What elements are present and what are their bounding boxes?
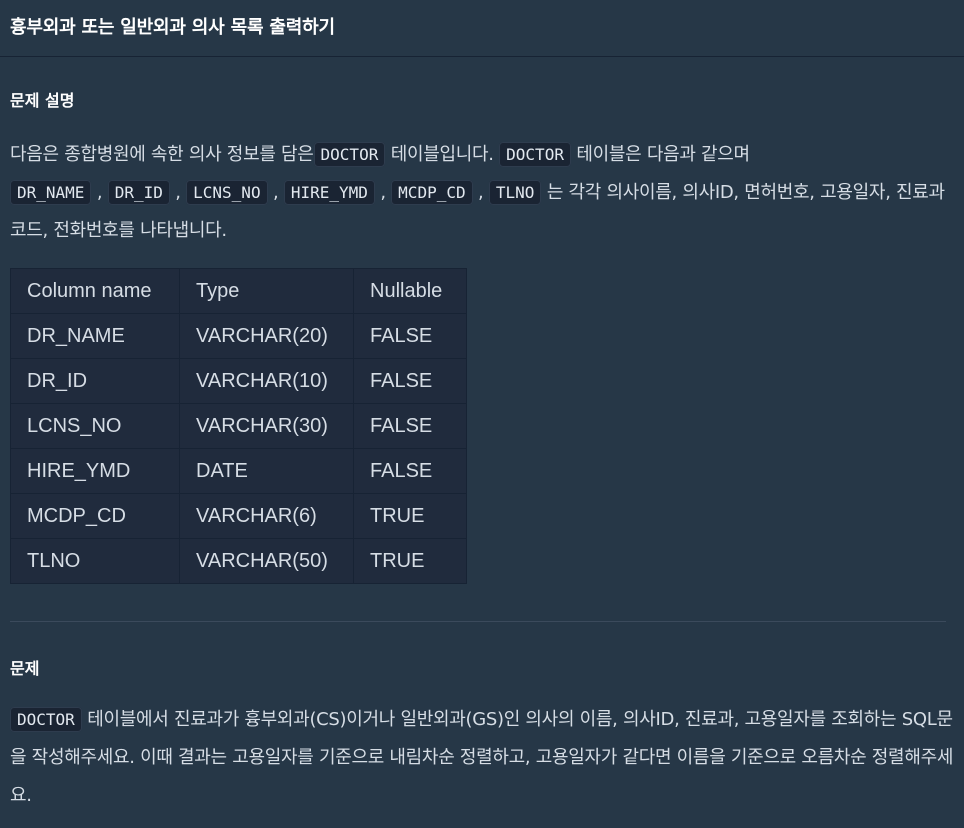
type-cell: VARCHAR(50): [179, 538, 354, 584]
nullable-cell: FALSE: [353, 403, 467, 449]
problem-paragraph: DOCTOR 테이블에서 진료과가 흉부외과(CS)이거나 일반외과(GS)인 …: [10, 701, 954, 815]
inline-column-code: MCDP_CD: [391, 180, 473, 205]
nullable-cell: FALSE: [353, 448, 467, 494]
inline-separator: ,: [374, 182, 392, 203]
description-section-title: 문제 설명: [10, 91, 75, 110]
type-cell: DATE: [179, 448, 354, 494]
type-cell: VARCHAR(6): [179, 493, 354, 539]
nullable-cell: FALSE: [353, 313, 467, 359]
nullable-cell: TRUE: [353, 538, 467, 584]
header-cell: Column name: [10, 268, 180, 314]
section-divider: [10, 621, 946, 622]
description-paragraph: 다음은 종합병원에 속한 의사 정보를 담은 DOCTOR 테이블입니다. DOC…: [10, 136, 954, 250]
inline-column-list: DR_NAME , DR_ID , LCNS_NO , HIRE_YMD , M…: [10, 180, 542, 205]
type-cell: VARCHAR(10): [179, 358, 354, 404]
inline-separator: ,: [91, 182, 108, 203]
inline-column-code: TLNO: [488, 180, 542, 205]
table-row: LCNS_NO VARCHAR(30) FALSE: [10, 403, 467, 449]
problem-text: 테이블에서 진료과가 흉부외과(CS)이거나 일반외과(GS)인 의사의 이름,…: [10, 709, 954, 806]
doctor-table-code: DOCTOR: [313, 142, 386, 167]
column-name-cell: MCDP_CD: [10, 493, 180, 539]
column-name-cell: DR_NAME: [10, 313, 180, 359]
column-name-cell: TLNO: [10, 538, 180, 584]
description-text-1: 다음은 종합병원에 속한 의사 정보를 담은: [10, 144, 314, 165]
table-row: DR_NAME VARCHAR(20) FALSE: [10, 313, 467, 359]
inline-separator: ,: [267, 182, 284, 203]
schema-header-row: Column name Type Nullable: [10, 268, 467, 314]
inline-column-code: LCNS_NO: [186, 180, 268, 205]
nullable-cell: FALSE: [353, 358, 467, 404]
table-row: MCDP_CD VARCHAR(6) TRUE: [10, 493, 467, 539]
description-text-3: 테이블은 다음과 같으며: [570, 144, 750, 165]
table-row: DR_ID VARCHAR(10) FALSE: [10, 358, 467, 404]
header-cell: Nullable: [353, 268, 467, 314]
inline-column-code: DR_NAME: [10, 180, 92, 205]
type-cell: VARCHAR(30): [179, 403, 354, 449]
problem-section-title: 문제: [10, 659, 40, 678]
nullable-cell: TRUE: [353, 493, 467, 539]
problem-title: 흉부외과 또는 일반외과 의사 목록 출력하기: [10, 17, 335, 38]
table-row: TLNO VARCHAR(50) TRUE: [10, 538, 467, 584]
table-row: HIRE_YMD DATE FALSE: [10, 448, 467, 494]
inline-column-code: HIRE_YMD: [283, 180, 375, 205]
doctor-table-code: DOCTOR: [499, 142, 571, 167]
schema-table: Column name Type Nullable DR_NAME VARCHA…: [10, 268, 467, 584]
description-text-2: 테이블입니다.: [385, 144, 500, 165]
type-cell: VARCHAR(20): [179, 313, 354, 359]
header-cell: Type: [179, 268, 354, 314]
column-name-cell: HIRE_YMD: [10, 448, 180, 494]
inline-column-code: DR_ID: [107, 180, 170, 205]
problem-header: 흉부외과 또는 일반외과 의사 목록 출력하기: [0, 0, 964, 57]
inline-separator: ,: [472, 182, 489, 203]
doctor-table-code: DOCTOR: [10, 707, 82, 732]
column-name-cell: DR_ID: [10, 358, 180, 404]
inline-separator: ,: [169, 182, 187, 203]
column-name-cell: LCNS_NO: [10, 403, 180, 449]
